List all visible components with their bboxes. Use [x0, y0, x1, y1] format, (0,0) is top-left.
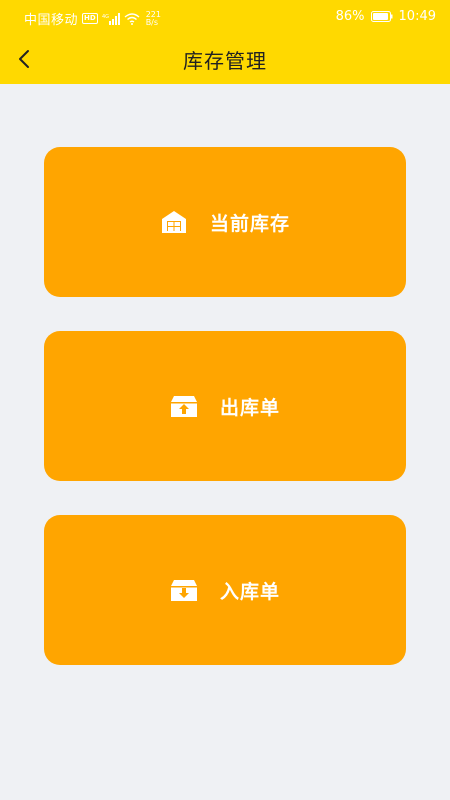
network-speed: 221 B/s — [145, 10, 161, 27]
box-download-icon — [170, 580, 197, 601]
card-content: 入库单 — [170, 577, 280, 604]
cellular-signal-icon: 4G — [102, 12, 120, 25]
battery-icon — [370, 11, 393, 22]
card-content: 当前库存 — [160, 209, 290, 236]
status-left: 中国移动 HD 4G 221 B/s — [24, 9, 161, 28]
card-label: 出库单 — [219, 396, 280, 419]
wifi-icon — [124, 12, 140, 25]
page-title: 库存管理 — [183, 49, 267, 73]
card-label: 入库单 — [219, 580, 280, 603]
status-bar: 中国移动 HD 4G 221 B/s 86% 10:49 — [0, 0, 450, 34]
menu-card-current-stock[interactable]: 当前库存 — [44, 147, 406, 297]
carrier-label: 中国移动 — [24, 13, 79, 28]
card-label: 当前库存 — [209, 212, 290, 235]
hd-badge: HD — [82, 13, 98, 24]
speed-unit: B/s — [145, 17, 159, 27]
menu-card-inbound-order[interactable]: 入库单 — [44, 515, 406, 665]
nav-bar: 库存管理 — [0, 34, 450, 84]
menu-card-outbound-order[interactable]: 出库单 — [44, 331, 406, 481]
status-right: 86% 10:49 — [336, 9, 436, 24]
warehouse-icon — [161, 211, 186, 233]
clock: 10:49 — [398, 9, 436, 24]
header: 中国移动 HD 4G 221 B/s 86% 10:49 库存管理 — [0, 0, 450, 84]
box-upload-icon — [170, 396, 197, 417]
card-content: 出库单 — [170, 393, 280, 420]
svg-text:4G: 4G — [102, 14, 109, 20]
battery-percent: 86% — [335, 9, 365, 24]
